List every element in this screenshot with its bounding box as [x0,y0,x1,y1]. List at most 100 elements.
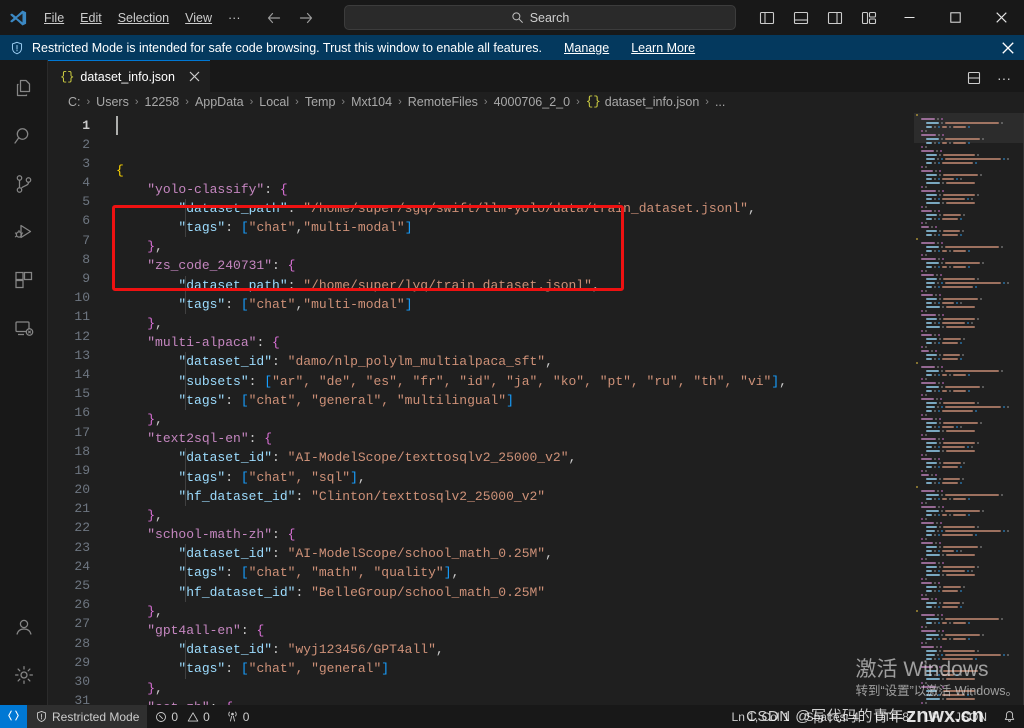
go-forward-icon[interactable] [295,7,317,29]
menu-edit[interactable]: Edit [72,0,110,35]
status-cursor-position[interactable]: Ln 1, Col 1 [724,705,798,728]
breadcrumb-item-0[interactable]: C: [68,95,81,109]
code-token: ] [405,297,413,312]
minimap-segment [926,162,932,164]
breadcrumb-item-1[interactable]: Users [96,95,129,109]
line-number: 8 [48,250,110,269]
maximize-button[interactable] [932,0,978,35]
minimap-segment [925,502,927,504]
minimap-segment [942,678,944,680]
split-editor-icon[interactable] [960,64,988,92]
toggle-secondary-sidebar-icon[interactable] [820,5,850,31]
status-restricted-mode[interactable]: Restricted Mode [27,705,147,728]
minimap-segment [926,426,932,428]
breadcrumb-separator: › [576,96,580,108]
status-indentation[interactable]: Spaces: 4 [798,705,867,728]
minimap-segment [925,594,927,596]
minimap-segment [925,346,927,348]
minimap-segment [921,582,932,584]
status-language-mode[interactable]: JSON [947,705,995,728]
customize-layout-icon[interactable] [854,5,884,31]
minimap-segment [942,466,958,468]
indent [116,297,178,312]
menu-view[interactable]: View [177,0,220,35]
editor-more-actions-icon[interactable]: ··· [990,64,1018,92]
code-token: { [288,527,296,542]
status-notifications[interactable] [995,705,1024,728]
toggle-panel-icon[interactable] [786,5,816,31]
minimap[interactable] [914,113,1024,705]
minimap-segment [943,402,974,404]
minimap-segment [1007,406,1009,408]
minimap-segment [949,638,951,640]
indent [116,374,178,389]
status-eol[interactable]: LF [917,705,947,728]
menu-selection[interactable]: Selection [110,0,177,35]
activity-bar-item-accounts[interactable] [0,605,48,653]
close-button[interactable] [978,0,1024,35]
minimap-segment [921,330,923,332]
minimap-segment [939,230,941,232]
minimap-segment [945,246,999,248]
minimap-segment [936,274,938,276]
minimap-segment [963,214,965,216]
activity-bar-item-search[interactable] [0,114,48,162]
menu-file[interactable]: File [36,0,72,35]
minimap-segment [939,278,941,280]
menu-more[interactable]: ··· [220,0,249,35]
status-ports[interactable]: 0 [218,705,258,728]
files-icon [12,76,36,105]
tab-dataset-info-json[interactable]: {} dataset_info.json [48,60,210,92]
toggle-primary-sidebar-icon[interactable] [752,5,782,31]
minimap-segment [939,542,941,544]
activity-bar-item-explorer[interactable] [0,66,48,114]
banner-learn-more-link[interactable]: Learn More [631,41,695,55]
breadcrumb-item-7[interactable]: RemoteFiles [408,95,478,109]
minimap-segment [953,126,965,128]
minimap-segment [942,638,948,640]
status-encoding[interactable]: UTF-8 [867,705,917,728]
activity-bar-item-run-and-debug[interactable] [0,210,48,258]
minimize-button[interactable] [886,0,932,35]
minimap-segment [926,602,937,604]
minimap-segment [941,510,943,512]
minimap-segment [941,366,943,368]
minimap-segment [938,234,940,236]
tab-close-icon[interactable] [189,71,200,82]
breadcrumb-item-3[interactable]: AppData [195,95,244,109]
activity-bar-item-manage[interactable] [0,653,48,701]
breadcrumb-separator: › [295,96,299,108]
gear-icon [12,663,36,692]
minimap-segment [942,266,948,268]
activity-bar-item-extensions[interactable] [0,258,48,306]
breadcrumb-item-5[interactable]: Temp [305,95,336,109]
indent-guide [185,487,186,506]
status-remote-indicator[interactable] [0,705,27,728]
breadcrumb-item-9[interactable]: dataset_info.json [605,95,700,109]
code-token: } [147,239,155,254]
go-back-icon[interactable] [263,7,285,29]
minimap-segment [938,582,940,584]
banner-close-button[interactable] [1002,35,1014,60]
activity-bar-item-remote-explorer[interactable] [0,306,48,354]
indent [116,450,178,465]
activity-bar-item-source-control[interactable] [0,162,48,210]
breadcrumb-item-6[interactable]: Mxt104 [351,95,392,109]
breadcrumb-item-2[interactable]: 12258 [145,95,180,109]
minimap-segment [926,618,939,620]
minimap-segment [946,326,975,328]
breadcrumb-item-4[interactable]: Local [259,95,289,109]
breadcrumb-item-10[interactable]: ... [715,95,725,109]
search-input[interactable]: Search [344,5,736,30]
banner-manage-link[interactable]: Manage [564,41,609,55]
breadcrumb-item-8[interactable]: 4000706_2_0 [494,95,570,109]
status-problems[interactable]: 0 0 [147,705,217,728]
code-token: "dataset_path" [178,201,287,216]
minimap-segment [980,298,982,300]
minimap-segment [921,518,923,520]
code-token: : [288,278,304,293]
status-warning-count: 0 [203,710,210,724]
minimap-segment [942,342,958,344]
minimap-segment [941,242,943,244]
code-content[interactable]: { "yolo-classify": { "dataset_path": "/h… [110,113,914,705]
